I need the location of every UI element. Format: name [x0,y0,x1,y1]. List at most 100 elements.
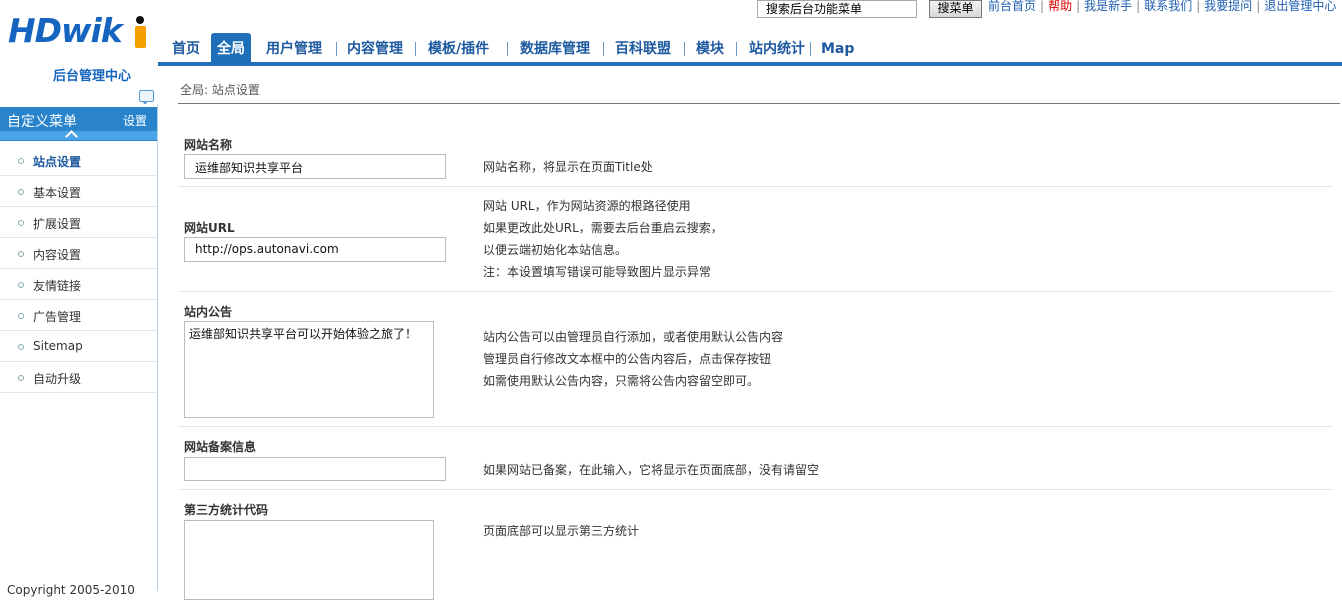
bullet-icon [18,282,24,288]
bullet-icon [18,251,24,257]
logo-i-icon [133,16,147,49]
notice-label: 站内公告 [184,305,233,319]
link-separator: | [1256,0,1261,13]
breadcrumb: 全局: 站点设置 [180,83,260,97]
logo-text: HDwik [8,11,123,50]
sidebar-item-ads[interactable]: 广告管理 [0,300,157,331]
nav-database[interactable]: 数据库管理 [520,33,590,63]
sidebar-item-extension-settings[interactable]: 扩展设置 [0,207,157,238]
nav-separator [336,42,337,56]
chat-icon[interactable] [139,90,154,105]
nav-separator [603,42,604,56]
logout-link[interactable]: 退出管理中心 [1264,0,1336,13]
menu-search-input[interactable]: 搜索后台功能菜单 [757,0,917,18]
sidebar-menu: 站点设置 基本设置 扩展设置 内容设置 友情链接 广告管理 Sitemap 自动… [0,145,157,393]
bullet-icon [18,158,24,164]
ask-question-link[interactable]: 我要提问 [1204,0,1252,13]
link-separator: | [1196,0,1201,13]
menu-search-button[interactable]: 搜菜单 [929,0,982,18]
bullet-icon [18,220,24,226]
chevron-up-icon [65,130,78,143]
desc-line: 管理员自行修改文本框中的公告内容后，点击保存按钮 [483,352,772,366]
bullet-icon [18,189,24,195]
main-nav: 首页 全局 用户管理 内容管理 模板/插件 数据库管理 百科联盟 模块 站内统计… [158,33,1342,65]
desc-line: 注：本设置填写错误可能导致图片显示异常 [483,265,712,279]
sidebar-item-auto-upgrade[interactable]: 自动升级 [0,362,157,393]
notice-textarea[interactable]: 运维部知识共享平台可以开始体验之旅了！ [184,321,434,418]
nav-content[interactable]: 内容管理 [347,33,403,63]
sidebar: 自定义菜单 设置 站点设置 基本设置 扩展设置 内容设置 友情链接 广告管理 S… [0,104,158,597]
site-name-input[interactable]: 运维部知识共享平台 [184,154,446,179]
sidebar-item-friend-links[interactable]: 友情链接 [0,269,157,300]
sidebar-item-label: 自动升级 [33,372,82,386]
site-url-row: 网站URL http://ops.autonavi.com 网站 URL，作为网… [178,187,1333,292]
custom-menu-title: 自定义菜单 [7,114,77,130]
nav-stats[interactable]: 站内统计 [749,33,805,63]
icp-desc: 如果网站已备案，在此输入，它将显示在页面底部，没有请留空 [483,463,820,477]
contact-link[interactable]: 联系我们 [1144,0,1192,13]
logo-subtitle: 后台管理中心 [53,69,132,84]
sidebar-item-label: 扩展设置 [33,217,82,231]
site-url-desc: 网站 URL，作为网站资源的根路径使用 如果更改此处URL，需要去后台重启云搜索… [483,195,723,283]
divider [178,103,1340,104]
nav-map[interactable]: Map [821,33,854,63]
top-links: 前台首页 | 帮助 | 我是新手 | 联系我们 | 我要提问 | 退出管理中心 [988,0,1336,14]
sidebar-item-basic-settings[interactable]: 基本设置 [0,176,157,207]
nav-separator [507,42,508,56]
desc-line: 以便云端初始化本站信息。 [483,243,628,257]
nav-global[interactable]: 全局 [211,33,251,63]
desc-line: 如需使用默认公告内容，只需将公告内容留空即可。 [483,374,760,388]
notice-desc: 站内公告可以由管理员自行添加，或者使用默认公告内容 管理员自行修改文本框中的公告… [483,326,783,392]
nav-union[interactable]: 百科联盟 [615,33,671,63]
nav-home[interactable]: 首页 [172,33,200,63]
site-url-label: 网站URL [184,221,235,235]
bullet-icon [18,313,24,319]
link-separator: | [1136,0,1141,13]
site-url-input[interactable]: http://ops.autonavi.com [184,237,446,262]
sidebar-item-label: Sitemap [33,339,83,353]
sidebar-item-sitemap[interactable]: Sitemap [0,331,157,362]
custom-menu-setting-link[interactable]: 设置 [123,112,147,129]
logo[interactable]: HDwik 后台管理中心 [0,0,158,105]
icp-row: 网站备案信息 如果网站已备案，在此输入，它将显示在页面底部，没有请留空 [178,427,1333,490]
sidebar-item-site-settings[interactable]: 站点设置 [0,145,157,176]
sidebar-item-label: 基本设置 [33,186,82,200]
site-name-desc: 网站名称，将显示在页面Title处 [483,160,653,174]
sidebar-item-label: 友情链接 [33,279,82,293]
desc-line: 站内公告可以由管理员自行添加，或者使用默认公告内容 [483,330,784,344]
nav-users[interactable]: 用户管理 [266,33,322,63]
header: 搜索后台功能菜单 搜菜单 前台首页 | 帮助 | 我是新手 | 联系我们 | 我要提问 | 退出管理… [0,0,1342,66]
main-content: 全局: 站点设置 网站名称 运维部知识共享平台 网站名称，将显示在页面Title… [158,66,1342,600]
nav-modules[interactable]: 模块 [696,33,724,63]
icp-input[interactable] [184,457,446,481]
newbie-link[interactable]: 我是新手 [1084,0,1132,13]
desc-line: 如果更改此处URL，需要去后台重启云搜索， [483,221,723,235]
custom-menu-header: 自定义菜单 设置 [0,107,157,131]
site-name-label: 网站名称 [184,138,233,152]
nav-separator [415,42,416,56]
nav-separator [684,42,685,56]
link-separator: | [1076,0,1081,13]
nav-separator [736,42,737,56]
menu-collapse-toggle[interactable] [0,130,157,143]
stats-row: 第三方统计代码 页面底部可以显示第三方统计 [178,490,1333,600]
nav-separator [810,42,811,56]
stats-desc: 页面底部可以显示第三方统计 [483,524,640,538]
site-name-row: 网站名称 运维部知识共享平台 网站名称，将显示在页面Title处 [178,128,1333,187]
frontend-home-link[interactable]: 前台首页 [988,0,1036,13]
desc-line: 网站 URL，作为网站资源的根路径使用 [483,199,691,213]
notice-row: 站内公告 运维部知识共享平台可以开始体验之旅了！ 站内公告可以由管理员自行添加，… [178,292,1333,427]
nav-templates[interactable]: 模板/插件 [428,33,489,63]
help-link[interactable]: 帮助 [1048,0,1072,13]
stats-label: 第三方统计代码 [184,503,269,517]
bullet-icon [18,344,24,350]
sidebar-item-label: 站点设置 [33,155,82,169]
copyright: Copyright 2005-2010 [7,583,135,597]
stats-textarea[interactable] [184,520,434,600]
bullet-icon [18,375,24,381]
link-separator: | [1040,0,1045,13]
sidebar-item-content-settings[interactable]: 内容设置 [0,238,157,269]
icp-label: 网站备案信息 [184,440,257,454]
sidebar-item-label: 广告管理 [33,310,82,324]
sidebar-item-label: 内容设置 [33,248,82,262]
